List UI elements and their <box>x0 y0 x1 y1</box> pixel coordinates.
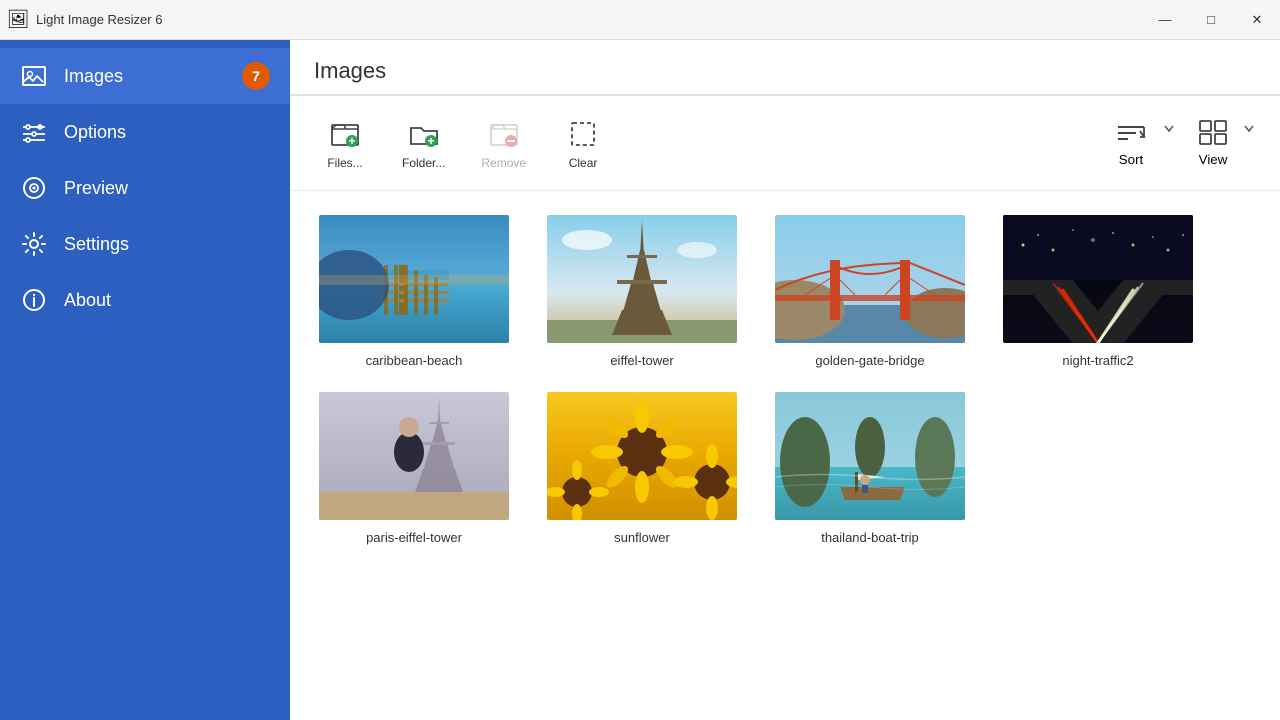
sidebar-item-options-label: Options <box>64 122 126 143</box>
app-icon: 🖼 <box>8 10 28 30</box>
maximize-button[interactable]: □ <box>1188 0 1234 40</box>
image-item-night-traffic2[interactable]: night-traffic2 <box>998 215 1198 368</box>
preview-icon <box>20 174 48 202</box>
image-name-sunflower: sunflower <box>614 530 670 545</box>
image-name-eiffel-tower: eiffel-tower <box>610 353 673 368</box>
image-thumb-eiffel-tower <box>547 215 737 343</box>
main-content: Images + Files... <box>290 40 1280 720</box>
images-grid: caribbean-beach <box>310 207 1260 553</box>
sidebar-item-preview[interactable]: Preview <box>0 160 290 216</box>
app-body: Images 7 Options <box>0 40 1280 720</box>
view-group: View <box>1188 111 1260 175</box>
sort-dropdown-button[interactable] <box>1158 111 1180 141</box>
images-badge: 7 <box>242 62 270 90</box>
sidebar-item-options[interactable]: Options <box>0 104 290 160</box>
images-icon <box>20 62 48 90</box>
sidebar-item-about[interactable]: About <box>0 272 290 328</box>
remove-icon <box>486 116 522 152</box>
main-header: Images <box>290 40 1280 96</box>
image-name-night-traffic2: night-traffic2 <box>1062 353 1133 368</box>
title-bar-left: 🖼 Light Image Resizer 6 <box>8 10 162 30</box>
sort-button[interactable]: Sort <box>1104 111 1158 175</box>
image-thumb-night-traffic2 <box>1003 215 1193 343</box>
images-area[interactable]: caribbean-beach <box>290 191 1280 720</box>
files-button[interactable]: + Files... <box>310 108 380 178</box>
sidebar-item-images-label: Images <box>64 66 123 87</box>
clear-button[interactable]: Clear <box>548 108 618 178</box>
image-item-eiffel-tower[interactable]: eiffel-tower <box>542 215 742 368</box>
page-title: Images <box>314 58 1256 84</box>
files-label: Files... <box>327 156 362 170</box>
sidebar-item-about-label: About <box>64 290 111 311</box>
image-item-sunflower[interactable]: sunflower <box>542 392 742 545</box>
image-thumb-golden-gate-bridge <box>775 215 965 343</box>
clear-label: Clear <box>569 156 598 170</box>
image-name-thailand-boat-trip: thailand-boat-trip <box>821 530 919 545</box>
image-item-thailand-boat-trip[interactable]: thailand-boat-trip <box>770 392 970 545</box>
folder-button[interactable]: + Folder... <box>388 108 459 178</box>
image-name-paris-eiffel-tower: paris-eiffel-tower <box>366 530 462 545</box>
sidebar-item-settings[interactable]: Settings <box>0 216 290 272</box>
minimize-button[interactable]: — <box>1142 0 1188 40</box>
app-title: Light Image Resizer 6 <box>36 12 162 27</box>
svg-text:+: + <box>348 134 355 147</box>
image-item-golden-gate-bridge[interactable]: golden-gate-bridge <box>770 215 970 368</box>
options-icon <box>20 118 48 146</box>
window-controls: — □ ✕ <box>1142 0 1280 40</box>
remove-label: Remove <box>481 156 526 170</box>
svg-text:+: + <box>427 134 434 147</box>
title-bar: 🖼 Light Image Resizer 6 — □ ✕ <box>0 0 1280 40</box>
sidebar-item-images[interactable]: Images 7 <box>0 48 290 104</box>
image-name-caribbean-beach: caribbean-beach <box>366 353 463 368</box>
sidebar: Images 7 Options <box>0 40 290 720</box>
remove-button[interactable]: Remove <box>467 108 540 178</box>
view-button[interactable]: View <box>1188 111 1238 175</box>
sidebar-item-preview-label: Preview <box>64 178 128 199</box>
sort-label: Sort <box>1119 152 1143 167</box>
image-thumb-thailand-boat-trip <box>775 392 965 520</box>
sort-icon <box>1114 119 1148 148</box>
view-icon <box>1198 119 1228 148</box>
image-name-golden-gate-bridge: golden-gate-bridge <box>815 353 924 368</box>
image-thumb-sunflower <box>547 392 737 520</box>
sidebar-item-settings-label: Settings <box>64 234 129 255</box>
view-label: View <box>1199 152 1228 167</box>
image-item-paris-eiffel-tower[interactable]: paris-eiffel-tower <box>314 392 514 545</box>
settings-icon <box>20 230 48 258</box>
clear-icon <box>565 116 601 152</box>
image-thumb-paris-eiffel-tower <box>319 392 509 520</box>
image-item-caribbean-beach[interactable]: caribbean-beach <box>314 215 514 368</box>
folder-icon: + <box>406 116 442 152</box>
toolbar: + Files... + Folder... <box>290 96 1280 191</box>
folder-label: Folder... <box>402 156 445 170</box>
image-thumb-caribbean-beach <box>319 215 509 343</box>
sort-group: Sort <box>1104 111 1180 175</box>
close-button[interactable]: ✕ <box>1234 0 1280 40</box>
files-icon: + <box>327 116 363 152</box>
view-dropdown-button[interactable] <box>1238 111 1260 141</box>
about-icon <box>20 286 48 314</box>
